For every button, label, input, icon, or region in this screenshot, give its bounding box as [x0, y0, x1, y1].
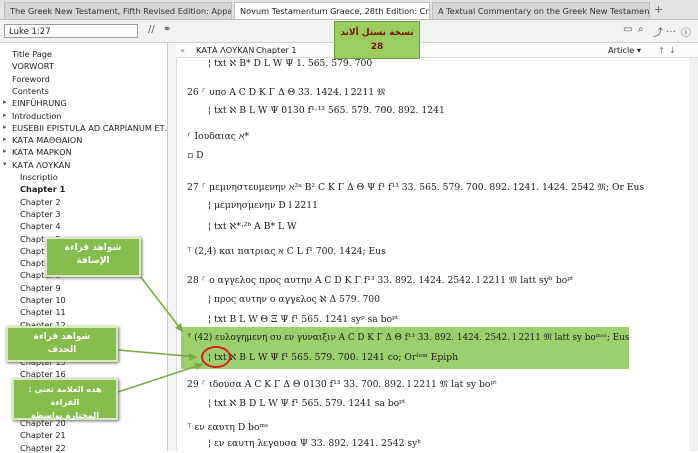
arrow-mark: [117, 363, 204, 393]
annotation-edition: نسخة نستل ألاند 28: [334, 21, 420, 59]
arrow-omission: [117, 349, 198, 358]
arrow-omission-head: [189, 353, 197, 361]
annotation-edition-line1: نسخة نستل ألاند: [340, 28, 414, 38]
arrow-addition: [139, 275, 184, 333]
annotation-addition: شواهد قراءة الإضافة: [45, 237, 141, 277]
annotation-edition-line2: 28: [370, 42, 384, 52]
annotation-omission: شواهد قراءة الحذف: [6, 326, 118, 362]
annotation-mark: هذه العلامة تعني : القراءة المختارة بواس…: [12, 378, 118, 433]
annotation-addition-line2: الإضافة: [76, 256, 110, 266]
annotation-omission-line2: الحذف: [47, 345, 77, 355]
annotation-mark-line2: المختارة بواسطة النسخة: [30, 410, 100, 433]
annotation-omission-line1: شواهد قراءة: [33, 332, 91, 342]
annotation-addition-line1: شواهد قراءة: [64, 243, 122, 253]
annotation-mark-line1: هذه العلامة تعني : القراءة: [28, 384, 102, 407]
